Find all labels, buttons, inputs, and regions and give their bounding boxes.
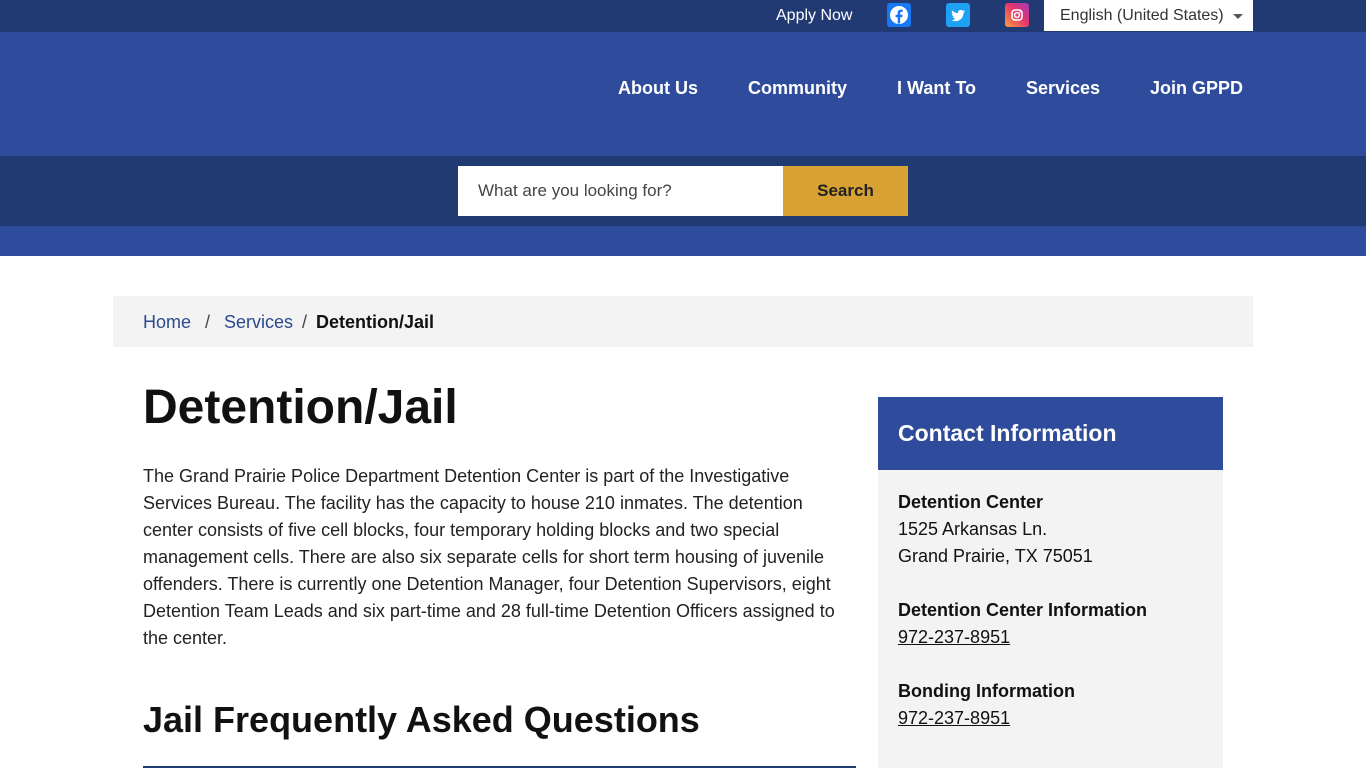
nav-item-join-gppd[interactable]: Join GPPD (1150, 78, 1243, 99)
instagram-icon[interactable] (1005, 3, 1029, 27)
breadcrumb-current: Detention/Jail (316, 312, 435, 332)
page-title: Detention/Jail (143, 381, 458, 434)
nav-item-i-want-to[interactable]: I Want To (897, 78, 976, 99)
main-header: About Us Community I Want To Services Jo… (0, 32, 1366, 156)
breadcrumb-separator: / (205, 312, 211, 332)
info-label: Detention Center Information (898, 600, 1148, 620)
location-label: Detention Center (898, 492, 1044, 512)
facebook-icon[interactable] (887, 3, 911, 27)
address-line-1: 1525 Arkansas Ln. (898, 519, 1048, 539)
language-select[interactable]: English (United States) (1044, 0, 1253, 31)
sidebar-header: Contact Information (878, 397, 1223, 470)
search-button[interactable]: Search (783, 166, 908, 216)
address-line-2: Grand Prairie, TX 75051 (898, 546, 1093, 566)
chevron-down-icon (1233, 14, 1243, 19)
utility-bar: Apply Now English (United States) (0, 0, 1366, 32)
header-bottom-strip (0, 226, 1366, 256)
apply-now-link[interactable]: Apply Now (776, 0, 852, 32)
contact-info: Detention Center Information 972-237-895… (898, 597, 1208, 651)
info-phone-link[interactable]: 972-237-8951 (898, 624, 1010, 651)
intro-paragraph: The Grand Prairie Police Department Dete… (143, 466, 835, 648)
nav-item-about-us[interactable]: About Us (618, 78, 698, 99)
search-input[interactable] (458, 166, 783, 216)
sidebar-title: Contact Information (898, 420, 1117, 446)
twitter-icon[interactable] (946, 3, 970, 27)
contact-sidebar: Contact Information Detention Center 152… (878, 397, 1223, 768)
nav-item-community[interactable]: Community (748, 78, 847, 99)
contact-location: Detention Center 1525 Arkansas Ln. Grand… (898, 489, 1208, 570)
nav-item-services[interactable]: Services (1026, 78, 1100, 99)
contact-bonding: Bonding Information 972-237-8951 (898, 678, 1208, 732)
breadcrumb: Home / Services / Detention/Jail (113, 296, 1253, 347)
breadcrumb-separator: / (302, 312, 308, 332)
bonding-label: Bonding Information (898, 681, 1075, 701)
bonding-phone-link[interactable]: 972-237-8951 (898, 705, 1010, 732)
language-select-value: English (United States) (1060, 7, 1224, 24)
breadcrumb-home[interactable]: Home (143, 312, 191, 333)
breadcrumb-services[interactable]: Services (224, 312, 293, 333)
search-band: Search (0, 156, 1366, 226)
faq-heading: Jail Frequently Asked Questions (143, 699, 700, 740)
